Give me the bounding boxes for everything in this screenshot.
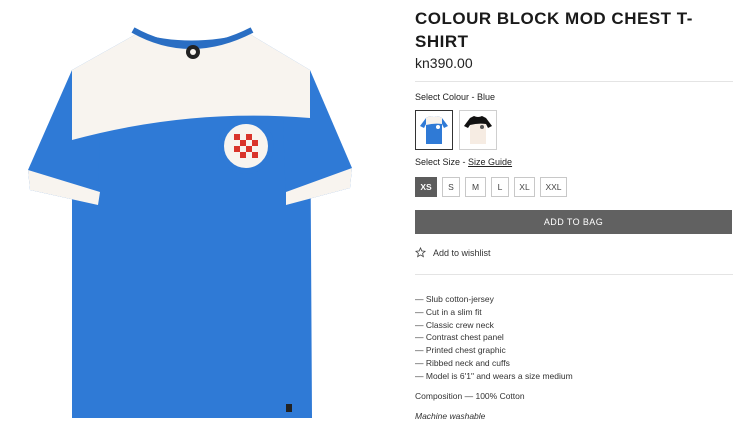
feature-item: — Contrast chest panel — [415, 332, 504, 343]
black-tshirt-thumbnail — [464, 116, 492, 144]
blue-tshirt-thumbnail — [420, 116, 448, 144]
size-m[interactable]: M — [465, 177, 486, 197]
divider — [415, 81, 733, 82]
star-icon — [415, 247, 426, 258]
colour-label-prefix: Select Colour - — [415, 92, 478, 102]
chest-badge — [218, 118, 274, 174]
size-s[interactable]: S — [442, 177, 460, 197]
size-xxl[interactable]: XXL — [540, 177, 567, 197]
colour-selected-value: Blue — [477, 92, 496, 102]
divider — [415, 274, 733, 275]
add-to-wishlist-link[interactable]: Add to wishlist — [415, 247, 491, 258]
size-l[interactable]: L — [491, 177, 509, 197]
feature-item: — Classic crew neck — [415, 319, 494, 330]
feature-item: — Slub cotton-jersey — [415, 294, 494, 304]
product-title: COLOUR BLOCK MOD CHEST T-SHIRT — [415, 9, 693, 51]
feature-item: — Model is 6'1" and wears a size medium — [415, 370, 573, 381]
size-label-prefix: Select Size - — [415, 157, 469, 167]
add-to-bag-button[interactable]: ADD TO BAG — [415, 210, 732, 234]
composition-text: Composition — 100% Cotton — [415, 391, 525, 401]
colour-swatches — [415, 110, 497, 150]
feature-item: — Ribbed neck and cuffs — [415, 357, 510, 368]
size-label: Select Size - Size Guide — [415, 157, 512, 167]
colour-label: Select Colour - Blue — [415, 92, 495, 102]
swatch-blue[interactable] — [415, 110, 453, 150]
feature-item: — Cut in a slim fit — [415, 306, 482, 317]
feature-item: — Printed chest graphic — [415, 345, 506, 356]
wishlist-label: Add to wishlist — [433, 247, 491, 258]
tshirt-illustration — [28, 27, 352, 418]
swatch-black[interactable] — [459, 110, 497, 150]
feature-list: — Slub cotton-jersey — Cut in a slim fit… — [415, 293, 573, 383]
size-xs[interactable]: XS — [415, 177, 437, 197]
product-price: kn390.00 — [415, 55, 473, 71]
size-options: XS S M L XL XXL — [415, 177, 567, 197]
size-guide-link[interactable]: Size Guide — [468, 157, 512, 167]
care-instructions: Machine washable — [415, 411, 486, 421]
size-xl[interactable]: XL — [514, 177, 535, 197]
product-image[interactable] — [0, 0, 395, 430]
